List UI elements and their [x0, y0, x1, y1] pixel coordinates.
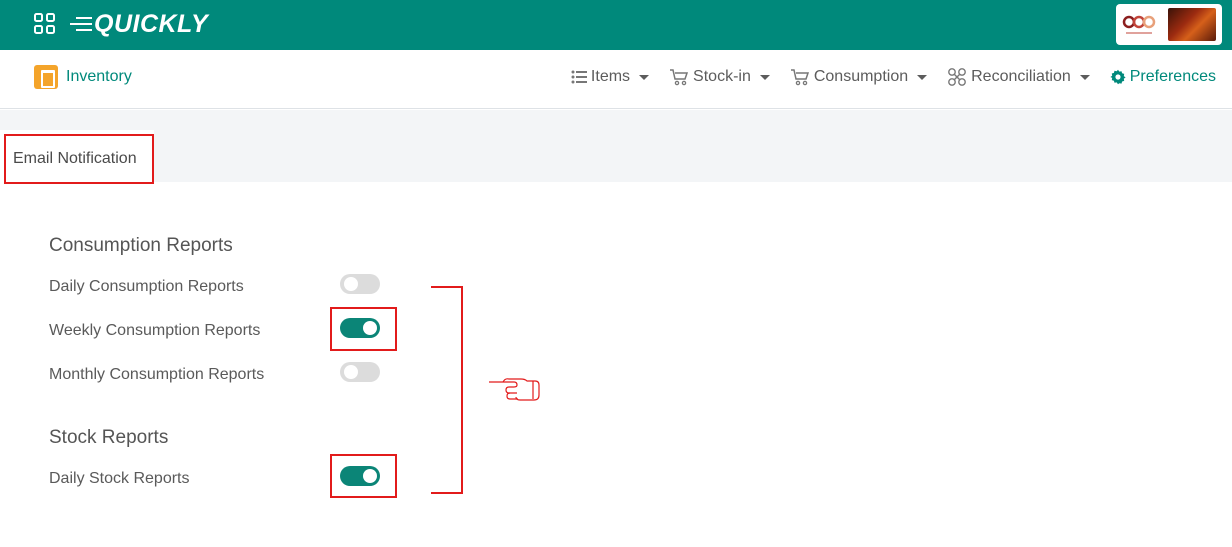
menu-reconciliation[interactable]: Reconciliation	[947, 67, 1090, 87]
list-icon	[571, 70, 587, 84]
brand-name: QUICKLY	[94, 9, 209, 38]
menu-consumption-label: Consumption	[813, 68, 909, 85]
annotation-box-weekly-toggle	[330, 307, 397, 351]
company-logo	[1122, 15, 1156, 34]
app-name: Inventory	[66, 68, 132, 85]
menu-stock-in-label: Stock-in	[693, 68, 751, 85]
chevron-down-icon	[759, 74, 770, 80]
company-photo	[1168, 8, 1216, 41]
reconcile-icon	[948, 68, 967, 86]
brand-logo[interactable]: QUICKLY	[70, 8, 208, 40]
annotation-box-daily-stock-toggle	[330, 454, 397, 498]
menu-consumption[interactable]: Consumption	[790, 68, 928, 86]
gear-icon	[1110, 69, 1126, 85]
annotation-box-tab	[4, 134, 154, 184]
top-app-bar: QUICKLY	[0, 0, 1232, 50]
annotation-bracket	[431, 286, 463, 494]
menu-stock-in[interactable]: Stock-in	[669, 68, 770, 86]
pointing-hand-icon	[489, 378, 540, 401]
menu-preferences[interactable]: Preferences	[1110, 68, 1216, 86]
setting-label-monthly-consumption: Monthly Consumption Reports	[49, 366, 265, 383]
chevron-down-icon	[917, 74, 928, 80]
cart-icon	[790, 69, 809, 86]
chevron-down-icon	[1079, 74, 1090, 80]
setting-label-weekly-consumption: Weekly Consumption Reports	[49, 322, 261, 339]
menu-reconciliation-label: Reconciliation	[971, 68, 1071, 85]
company-switcher[interactable]	[1116, 4, 1222, 45]
toggle-monthly-consumption[interactable]	[340, 362, 380, 382]
tab-strip	[0, 110, 1232, 182]
toggle-daily-consumption[interactable]	[340, 274, 380, 294]
menu-items[interactable]: Items	[571, 68, 650, 86]
section-title-stock: Stock Reports	[49, 427, 169, 448]
setting-label-daily-stock: Daily Stock Reports	[49, 470, 190, 487]
chevron-down-icon	[639, 74, 650, 80]
inventory-app-icon	[34, 65, 58, 89]
menu-preferences-label: Preferences	[1129, 68, 1216, 85]
main-menu: Items Stock-in Consumption Reconciliatio…	[551, 67, 1216, 87]
menu-items-label: Items	[590, 68, 631, 85]
section-title-consumption: Consumption Reports	[49, 235, 233, 256]
apps-grid-icon[interactable]	[33, 12, 57, 36]
setting-label-daily-consumption: Daily Consumption Reports	[49, 278, 244, 295]
app-navbar: Inventory Items Stock-in Consumption Rec…	[0, 50, 1232, 109]
cart-icon	[670, 69, 689, 86]
speed-lines-icon	[70, 17, 92, 31]
app-home-link[interactable]: Inventory	[34, 65, 132, 89]
